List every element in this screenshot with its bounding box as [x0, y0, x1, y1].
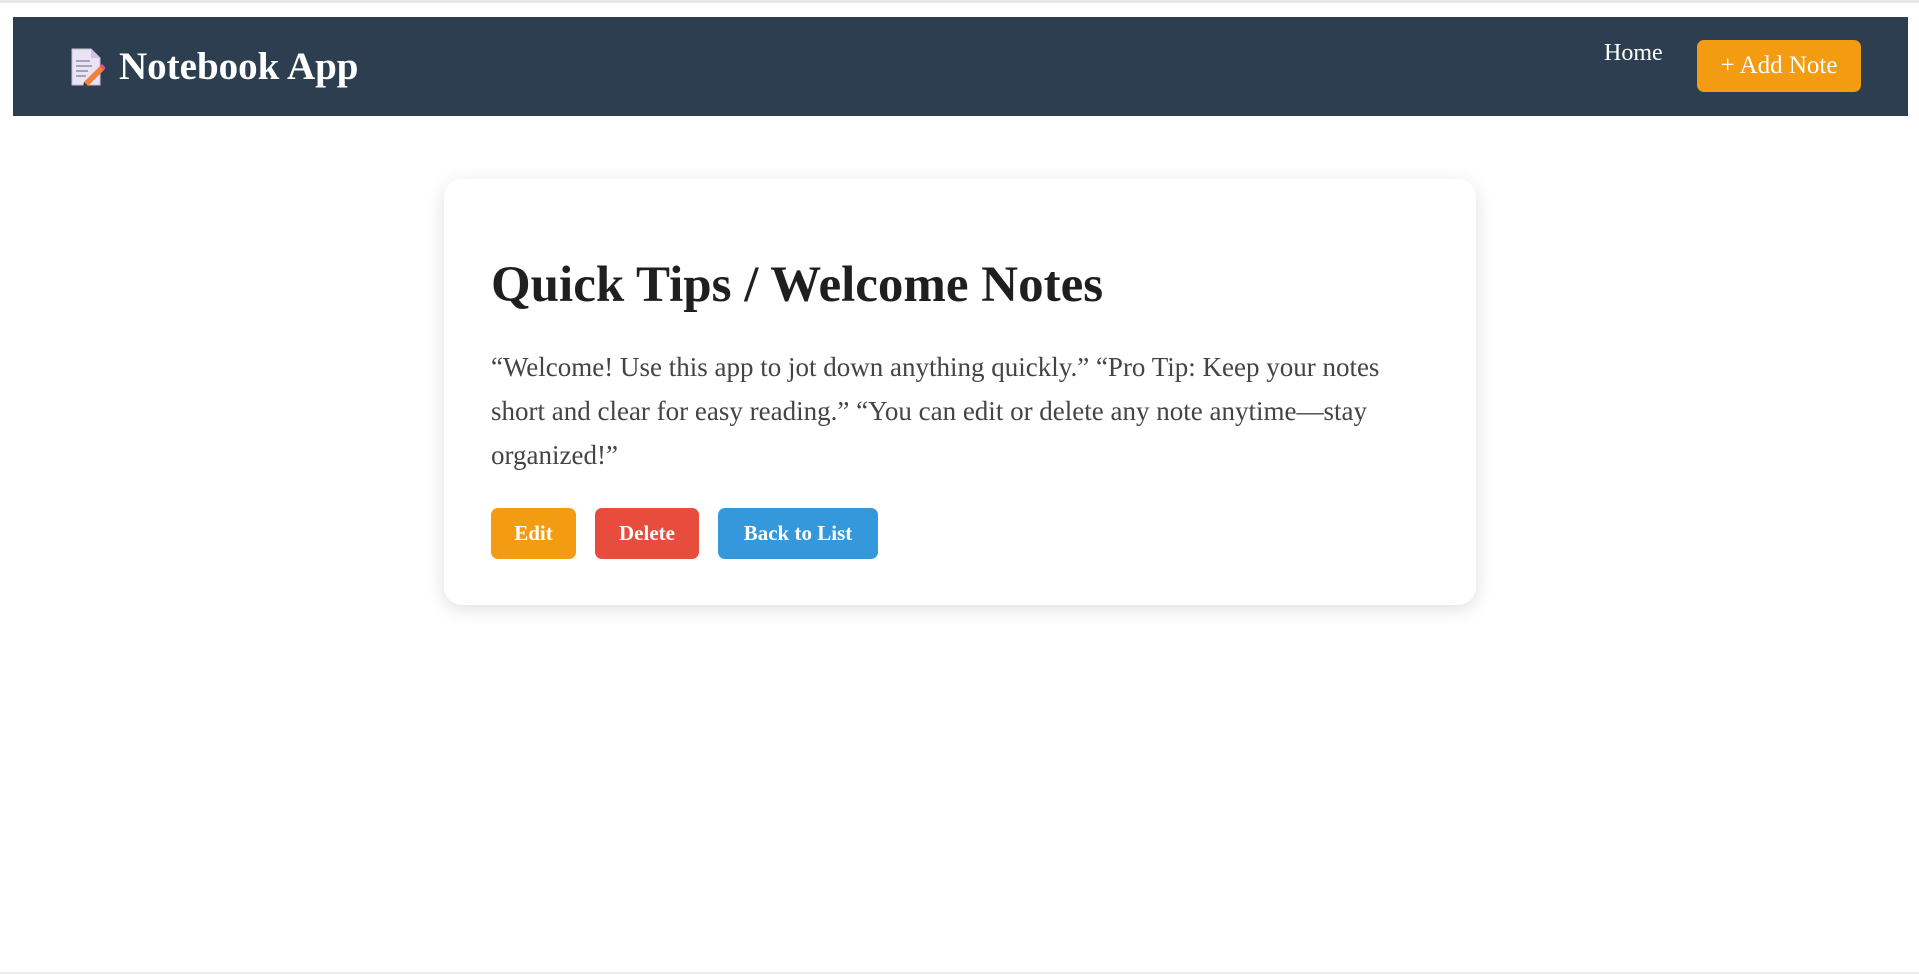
delete-button[interactable]: Delete	[595, 508, 699, 559]
note-body: “Welcome! Use this app to jot down anyth…	[491, 352, 1380, 470]
brand-title: Notebook App	[119, 45, 359, 88]
add-note-button[interactable]: + Add Note	[1697, 40, 1861, 92]
note-card: Quick Tips / Welcome Notes “Welcome! Use…	[444, 179, 1476, 605]
memo-icon	[69, 47, 106, 87]
navbar: Notebook App Home + Add Note	[13, 17, 1908, 116]
note-actions: Edit Delete Back to List	[491, 508, 878, 559]
brand[interactable]: Notebook App	[69, 45, 358, 89]
top-border	[0, 0, 1919, 3]
back-to-list-button[interactable]: Back to List	[718, 508, 878, 559]
nav-home-link[interactable]: Home	[1604, 40, 1663, 67]
note-title: Quick Tips / Welcome Notes	[491, 257, 1104, 313]
edit-button[interactable]: Edit	[491, 508, 576, 559]
